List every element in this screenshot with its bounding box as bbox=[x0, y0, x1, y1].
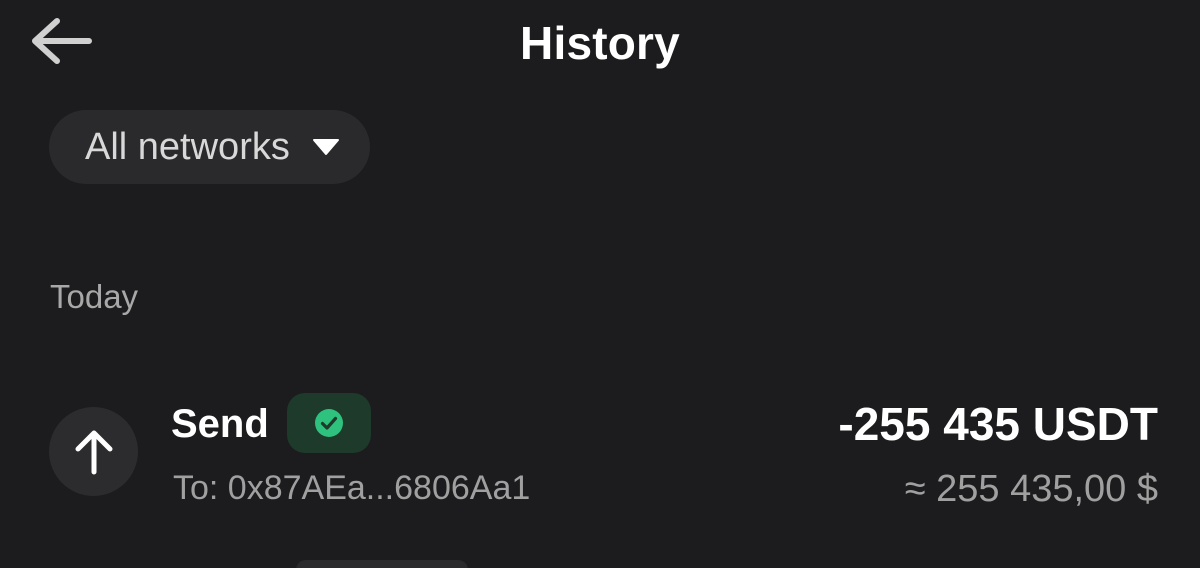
next-row-partial bbox=[296, 560, 468, 568]
network-filter-label: All networks bbox=[85, 125, 290, 168]
transaction-row[interactable]: Send To: 0x87AEa...6806Aa1 -255 435 USDT… bbox=[0, 380, 1200, 530]
status-badge bbox=[287, 393, 371, 453]
page-title: History bbox=[520, 17, 680, 69]
transaction-direction-badge bbox=[49, 407, 138, 496]
arrow-up-icon bbox=[75, 430, 112, 474]
caret-down-icon bbox=[312, 139, 339, 155]
date-section-label: Today bbox=[50, 278, 139, 315]
network-filter-dropdown[interactable]: All networks bbox=[49, 110, 370, 184]
transaction-type: Send bbox=[171, 402, 269, 446]
transaction-fiat-value: ≈ 255 435,00 $ bbox=[904, 468, 1158, 510]
transaction-amount: -255 435 USDT bbox=[838, 398, 1158, 450]
transaction-recipient: To: 0x87AEa...6806Aa1 bbox=[173, 469, 531, 507]
check-circle-icon bbox=[315, 409, 343, 437]
